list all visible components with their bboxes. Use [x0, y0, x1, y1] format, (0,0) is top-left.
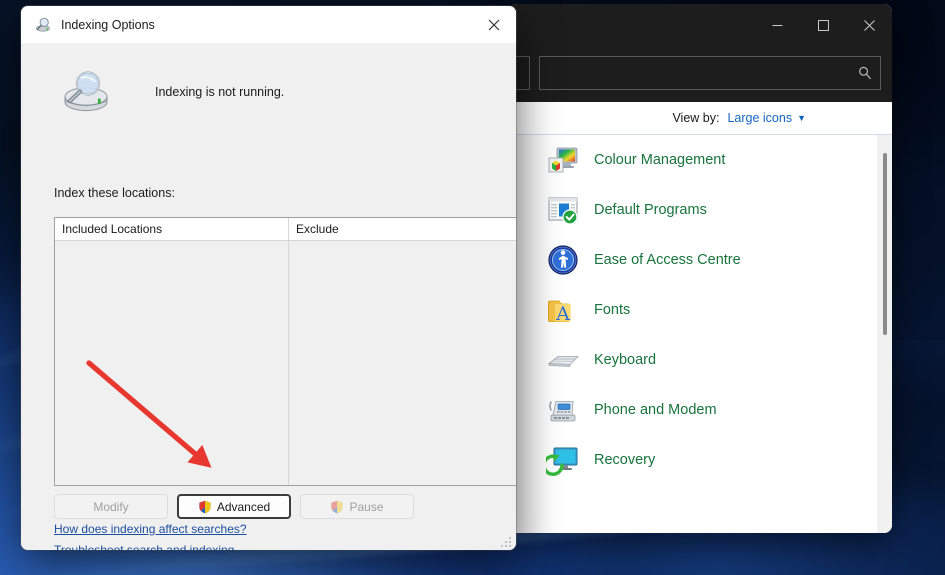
control-panel-titlebar — [509, 4, 892, 46]
phone-and-modem-icon — [546, 393, 580, 427]
ease-of-access-icon — [546, 243, 580, 277]
chevron-down-icon[interactable]: ▼ — [797, 113, 806, 123]
cpl-item-phone-and-modem[interactable]: Phone and Modem — [509, 385, 892, 435]
window-controls — [754, 4, 892, 46]
control-panel-window: View by: Large icons ▼ Colour Management… — [509, 4, 892, 533]
dialog-close-button[interactable] — [472, 6, 516, 44]
status-text: Indexing is not running. — [155, 85, 285, 99]
dialog-title: Indexing Options — [61, 17, 155, 32]
desktop: View by: Large icons ▼ Colour Management… — [0, 0, 945, 575]
control-panel-body: View by: Large icons ▼ Colour Management… — [509, 102, 892, 533]
dialog-action-buttons: Modify Advanced Pause — [54, 494, 414, 519]
close-button[interactable] — [846, 4, 892, 46]
included-locations-list[interactable]: Included Locations Exclude — [54, 217, 516, 486]
scrollbar-thumb[interactable] — [883, 153, 887, 335]
cpl-item-label: Keyboard — [594, 352, 657, 368]
cpl-item-label: Colour Management — [594, 152, 726, 168]
index-locations-label: Index these locations: — [54, 186, 175, 200]
link-how-does-indexing-affect-searches[interactable]: How does indexing affect searches? — [54, 522, 247, 536]
dialog-body: Indexing is not running. Index these loc… — [21, 44, 516, 550]
modify-button-label: Modify — [93, 499, 129, 514]
uac-shield-icon — [198, 500, 212, 514]
search-box[interactable] — [539, 56, 881, 90]
link-troubleshoot-search-and-indexing[interactable]: Troubleshoot search and indexing — [54, 543, 234, 550]
view-by-value[interactable]: Large icons — [727, 111, 792, 125]
list-header: Included Locations Exclude — [55, 218, 516, 241]
pause-button[interactable]: Pause — [300, 494, 414, 519]
view-by-bar: View by: Large icons ▼ — [509, 102, 892, 134]
modify-button[interactable]: Modify — [54, 494, 168, 519]
advanced-button-label: Advanced — [216, 499, 271, 514]
cpl-item-label: Phone and Modem — [594, 402, 717, 418]
cpl-item-fonts[interactable]: A Fonts — [509, 285, 892, 335]
cpl-item-label: Fonts — [594, 302, 631, 318]
cpl-item-recovery[interactable]: Recovery — [509, 435, 892, 485]
colour-management-icon — [546, 143, 580, 177]
control-panel-toolbar — [509, 46, 892, 102]
vertical-scrollbar[interactable] — [877, 135, 892, 533]
dialog-titlebar: Indexing Options — [21, 6, 516, 44]
svg-text:A: A — [555, 303, 570, 325]
cpl-item-label: Recovery — [594, 452, 656, 468]
cpl-item-label: Ease of Access Centre — [594, 252, 741, 268]
cpl-item-colour-management[interactable]: Colour Management — [509, 135, 892, 185]
list-body[interactable] — [55, 241, 516, 485]
indexing-options-dialog: Indexing Options Indexing is not running… — [21, 6, 516, 550]
keyboard-icon — [546, 343, 580, 377]
pause-button-label: Pause — [349, 499, 384, 514]
control-panel-items-list: Colour Management Default Programs Ease … — [509, 135, 892, 533]
column-divider — [55, 241, 289, 485]
cpl-item-ease-of-access-centre[interactable]: Ease of Access Centre — [509, 235, 892, 285]
uac-shield-icon — [330, 500, 344, 514]
view-by-label: View by: — [672, 111, 720, 125]
default-programs-icon — [546, 193, 580, 227]
advanced-button[interactable]: Advanced — [177, 494, 291, 519]
cpl-item-default-programs[interactable]: Default Programs — [509, 185, 892, 235]
cpl-item-label: Default Programs — [594, 202, 707, 218]
search-icon[interactable] — [850, 66, 880, 80]
fonts-icon: A — [546, 293, 580, 327]
column-header-included-locations[interactable]: Included Locations — [55, 218, 289, 240]
resize-grip[interactable] — [501, 535, 512, 547]
status-row: Indexing is not running. — [21, 44, 516, 122]
indexing-options-icon — [34, 16, 52, 34]
search-input[interactable] — [540, 66, 850, 80]
maximize-button[interactable] — [800, 4, 846, 46]
minimize-button[interactable] — [754, 4, 800, 46]
column-header-exclude[interactable]: Exclude — [289, 218, 516, 240]
cpl-item-keyboard[interactable]: Keyboard — [509, 335, 892, 385]
indexing-drive-magnifier-icon — [59, 69, 113, 115]
recovery-icon — [542, 443, 580, 477]
